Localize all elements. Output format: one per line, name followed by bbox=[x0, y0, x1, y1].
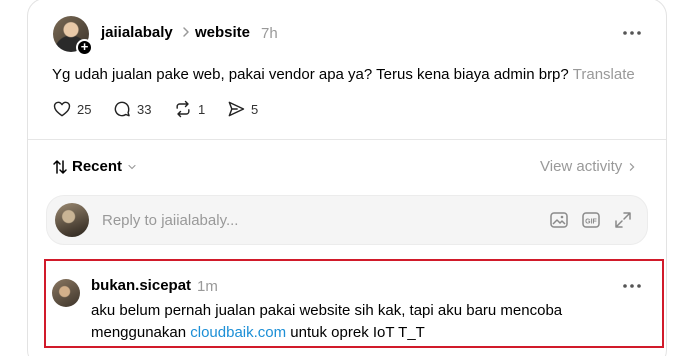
translate-link[interactable]: Translate bbox=[573, 66, 635, 83]
reply-author-username[interactable]: bukan.sicepat bbox=[91, 277, 191, 294]
like-count: 25 bbox=[77, 101, 92, 117]
svg-text:GIF: GIF bbox=[585, 219, 597, 226]
post-text: Yg udah jualan pake web, pakai vendor ap… bbox=[52, 66, 569, 83]
reply-input[interactable]: Reply to jaiialabaly... bbox=[102, 212, 238, 229]
reply-composer[interactable]: Reply to jaiialabaly... GIF bbox=[46, 195, 648, 245]
reply-author-avatar[interactable] bbox=[52, 279, 80, 307]
share-count: 5 bbox=[251, 101, 259, 117]
send-icon bbox=[228, 101, 245, 117]
reply-timestamp: 1m bbox=[197, 278, 218, 295]
image-attach-icon[interactable] bbox=[549, 210, 569, 230]
repost-count: 1 bbox=[198, 101, 206, 117]
post-author-avatar[interactable]: + bbox=[53, 16, 93, 56]
reply-body: aku belum pernah jualan pakai website si… bbox=[91, 300, 631, 344]
reply-text-part2: untuk oprek IoT T_T bbox=[286, 324, 425, 341]
repost-icon bbox=[176, 100, 190, 118]
current-user-avatar bbox=[55, 203, 89, 237]
comment-count: 33 bbox=[137, 101, 152, 117]
follow-plus-icon[interactable]: + bbox=[76, 39, 93, 56]
more-options-icon[interactable] bbox=[621, 27, 643, 39]
heart-icon bbox=[53, 101, 71, 117]
sort-dropdown[interactable]: Recent bbox=[52, 158, 138, 175]
sort-label: Recent bbox=[72, 158, 123, 175]
chevron-right-icon bbox=[630, 162, 635, 171]
reply-link[interactable]: cloudbaik.com bbox=[190, 324, 286, 341]
comment-icon bbox=[114, 101, 130, 117]
community-tag[interactable]: website bbox=[195, 24, 250, 41]
gif-icon[interactable]: GIF bbox=[581, 210, 601, 230]
more-options-icon[interactable] bbox=[621, 280, 643, 292]
post-body: Yg udah jualan pake web, pakai vendor ap… bbox=[52, 66, 635, 83]
chevron-down-icon bbox=[128, 164, 136, 169]
like-button[interactable]: 25 bbox=[52, 99, 91, 119]
expand-icon[interactable] bbox=[613, 210, 633, 230]
post-timestamp: 7h bbox=[261, 25, 278, 42]
post-author-username[interactable]: jaiialabaly bbox=[101, 24, 173, 41]
repost-button[interactable]: 1 bbox=[173, 99, 205, 119]
share-button[interactable]: 5 bbox=[226, 99, 258, 119]
section-divider bbox=[28, 139, 666, 140]
chevron-right-icon bbox=[183, 27, 189, 37]
sort-arrows-icon bbox=[53, 159, 67, 174]
view-activity-link[interactable]: View activity bbox=[540, 158, 636, 175]
comment-button[interactable]: 33 bbox=[112, 99, 151, 119]
view-activity-label: View activity bbox=[540, 158, 623, 175]
